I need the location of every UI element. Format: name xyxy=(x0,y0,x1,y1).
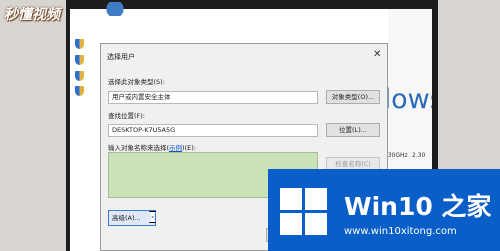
object-types-button[interactable]: 对象类型(O)... xyxy=(326,90,380,104)
dialog-title: 选择用户 xyxy=(107,53,135,61)
shield-icon xyxy=(75,71,84,81)
object-type-label: 选择此对象类型(S): xyxy=(108,78,165,86)
locations-button[interactable]: 位置(L)... xyxy=(326,123,380,137)
shield-icon xyxy=(75,39,84,49)
location-label: 查找位置(F): xyxy=(108,112,146,120)
badge-url: www.win10xitong.com xyxy=(344,226,457,237)
shield-icon xyxy=(75,55,84,65)
shield-icon xyxy=(75,86,84,96)
examples-link[interactable]: 示例 xyxy=(169,144,182,152)
badge-title: Win10 之家 xyxy=(344,192,492,221)
watermark-globe-icon xyxy=(101,2,129,16)
watermark-logo: 秒懂视频 xyxy=(4,7,60,23)
object-names-label: 输入对象名称来选择(示例)(E): xyxy=(108,142,196,152)
windows-logo-icon xyxy=(280,188,328,236)
win10-badge: Win10 之家 www.win10xitong.com xyxy=(268,169,500,251)
background-window-left xyxy=(70,9,100,251)
cpu-speed-text-2: 2.30 xyxy=(412,152,426,159)
location-field: DESKTOP-K7U5A5G xyxy=(108,124,318,137)
close-icon[interactable]: ✕ xyxy=(373,49,381,60)
object-names-label-suffix: )(E): xyxy=(182,144,196,152)
object-type-field: 用户或内置安全主体 xyxy=(108,91,318,104)
advanced-button[interactable]: 高级(A)... xyxy=(108,210,156,226)
object-names-label-prefix: 输入对象名称来选择( xyxy=(108,144,170,152)
